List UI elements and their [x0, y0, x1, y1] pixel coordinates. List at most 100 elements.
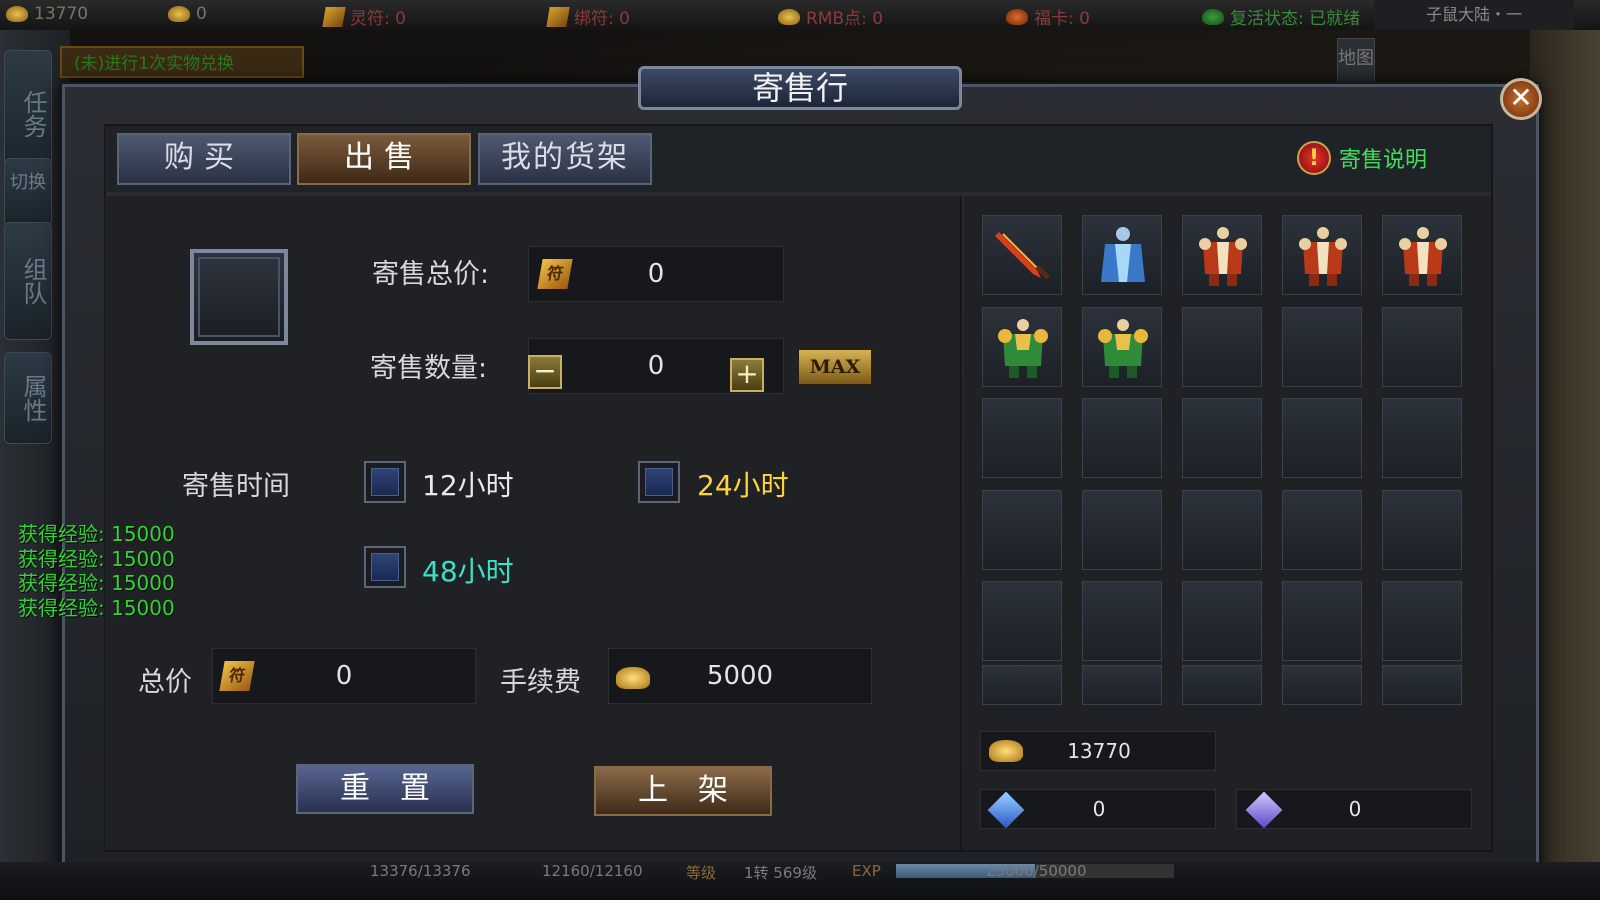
- inventory-slot[interactable]: [1082, 489, 1162, 570]
- inventory-slot[interactable]: [1282, 665, 1362, 705]
- inventory-slot[interactable]: [1082, 398, 1162, 478]
- inventory-slot[interactable]: [1182, 489, 1262, 570]
- inventory-slot[interactable]: [1282, 398, 1362, 478]
- inventory-slot[interactable]: [1182, 581, 1262, 661]
- help-label: 寄售说明: [1339, 148, 1428, 173]
- revive-status: 复活状态: 已就绪: [1202, 4, 1360, 29]
- inventory-slot[interactable]: [1182, 665, 1262, 705]
- bottom-status-bar: 13376/13376 12160/12160 等级 1转 569级 EXP 2…: [0, 862, 1600, 900]
- tab-buy[interactable]: 购买: [117, 133, 291, 185]
- list-item-button[interactable]: 上架: [594, 766, 772, 816]
- revive-icon: [1202, 8, 1224, 25]
- red-armor-icon: [1399, 227, 1447, 286]
- fu-icon: [322, 6, 346, 27]
- inventory-slot[interactable]: [1082, 581, 1162, 661]
- consignment-help[interactable]: ! 寄售说明: [1297, 141, 1427, 175]
- inventory-slot-red-armor[interactable]: [1382, 215, 1462, 295]
- duration-label: 寄售时间: [182, 471, 290, 502]
- bound-gem-balance: 0: [1236, 789, 1472, 829]
- rmb-counter: RMB点: 0: [778, 4, 883, 29]
- inventory-slot[interactable]: [1382, 581, 1462, 661]
- inventory-slot-red-armor[interactable]: [1182, 215, 1262, 295]
- switch-tab[interactable]: 切换: [4, 158, 52, 226]
- inventory-slot-red-sword[interactable]: [982, 215, 1062, 295]
- quantity-label: 寄售数量:: [370, 353, 488, 384]
- green-armor-icon: [998, 318, 1048, 378]
- duration-24h-checkbox[interactable]: [638, 461, 680, 503]
- exp-label: EXP: [852, 862, 881, 880]
- exp-log-line: 获得经验: 15000: [18, 595, 175, 620]
- exp-log-line: 获得经验: 15000: [18, 571, 175, 596]
- inventory-slot[interactable]: [1282, 581, 1362, 661]
- inventory-slot[interactable]: [982, 398, 1062, 478]
- inventory-slot[interactable]: [1182, 398, 1262, 478]
- fee-label: 手续费: [500, 667, 581, 698]
- bound-gold-counter: 0: [168, 4, 207, 24]
- gold-balance: 13770: [980, 731, 1216, 771]
- inventory-slot[interactable]: [982, 489, 1062, 570]
- red-sword-icon: [995, 232, 1051, 280]
- gold-icon: [6, 6, 28, 22]
- duration-12h-label: 12小时: [422, 469, 514, 502]
- inventory-slot[interactable]: [1382, 398, 1462, 478]
- exp-log-line: 获得经验: 15000: [18, 522, 175, 546]
- fu-icon: 符: [219, 661, 255, 691]
- duration-24h-label: 24小时: [697, 469, 789, 502]
- bangfu-counter: 绑符: 0: [546, 4, 630, 29]
- level-readout: 1转 569级: [744, 864, 817, 882]
- region-name: 子鼠大陆・一: [1374, 0, 1574, 30]
- tab-sell[interactable]: 出售: [297, 133, 471, 185]
- attribute-tab[interactable]: 属性: [4, 352, 52, 444]
- inventory-slot-green-armor[interactable]: [1082, 306, 1162, 387]
- hp-readout: 13376/13376: [370, 862, 471, 880]
- tab-my-shelf[interactable]: 我的货架: [478, 133, 652, 185]
- mp-readout: 12160/12160: [542, 862, 643, 880]
- inventory-slot-blue-robe[interactable]: [1082, 215, 1162, 295]
- inventory-slot[interactable]: [1282, 489, 1362, 570]
- quantity-increase-button[interactable]: +: [730, 358, 764, 392]
- red-armor-icon: [1299, 227, 1347, 286]
- gem-balance: 0: [980, 789, 1216, 829]
- exp-log-line: 获得经验: 15000: [18, 546, 175, 571]
- reset-button[interactable]: 重置: [296, 764, 474, 814]
- right-hud-background: [1530, 30, 1600, 900]
- close-button[interactable]: ✕: [1500, 78, 1542, 120]
- quantity-decrease-button[interactable]: −: [528, 355, 562, 389]
- inventory-slot[interactable]: [1082, 665, 1162, 705]
- inventory-slot[interactable]: [1182, 306, 1262, 387]
- inventory-slot-green-armor[interactable]: [982, 306, 1062, 387]
- fuka-icon: [1006, 8, 1028, 25]
- inventory-slot[interactable]: [1382, 489, 1462, 570]
- sell-item-slot[interactable]: [190, 249, 288, 345]
- map-button[interactable]: 地图: [1337, 38, 1375, 90]
- team-tab[interactable]: 组队: [4, 222, 52, 340]
- max-quantity-button[interactable]: MAX: [797, 348, 873, 386]
- fu-icon: 符: [537, 259, 573, 289]
- total-price-label: 寄售总价:: [372, 259, 490, 290]
- top-resource-bar: 13770 0 灵符: 0 绑符: 0 RMB点: 0 福卡: 0 复活状态: …: [0, 0, 1600, 30]
- experience-log: 获得经验: 15000 获得经验: 15000 获得经验: 15000 获得经验…: [18, 522, 175, 620]
- warning-icon: !: [1297, 141, 1331, 175]
- window-title: 寄售行: [638, 66, 962, 110]
- duration-12h-checkbox[interactable]: [364, 461, 406, 503]
- exp-readout: 25000/50000: [986, 862, 1087, 880]
- rmb-icon: [778, 8, 800, 25]
- quest-hint[interactable]: (未)进行1次实物兑换: [60, 46, 304, 78]
- inventory-slot[interactable]: [1382, 665, 1462, 705]
- inventory-slot[interactable]: [982, 581, 1062, 661]
- fu-lock-icon: [546, 6, 570, 27]
- inventory-slot[interactable]: [982, 665, 1062, 705]
- duration-48h-checkbox[interactable]: [364, 546, 406, 588]
- green-armor-icon: [1098, 318, 1148, 378]
- red-armor-icon: [1199, 227, 1247, 286]
- bound-gold-icon: [168, 6, 190, 22]
- summary-price-label: 总价: [138, 667, 192, 698]
- lingfu-counter: 灵符: 0: [322, 4, 406, 29]
- duration-48h-label: 48小时: [422, 555, 514, 588]
- inventory-slot[interactable]: [1382, 306, 1462, 387]
- inventory-slot[interactable]: [1282, 306, 1362, 387]
- fuka-counter: 福卡: 0: [1006, 4, 1090, 29]
- gold-counter: 13770: [6, 4, 88, 24]
- inventory-slot-red-armor[interactable]: [1282, 215, 1362, 295]
- level-label: 等级: [686, 864, 717, 882]
